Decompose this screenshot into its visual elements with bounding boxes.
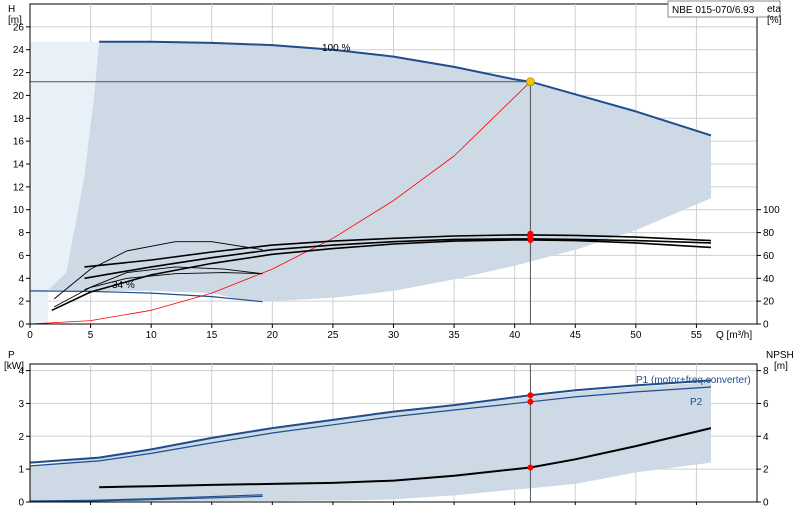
y-tick-label: 14 xyxy=(13,160,25,171)
power-marker xyxy=(527,398,534,405)
y-tick-label: 3 xyxy=(18,399,24,410)
lower-y-right-label: NPSH xyxy=(766,350,794,361)
y-tick-label: 4 xyxy=(18,274,24,285)
x-tick-label: 10 xyxy=(146,330,158,341)
eta-tick-label: 0 xyxy=(763,320,769,331)
x-tick-label: 15 xyxy=(206,330,218,341)
x-tick-label: 45 xyxy=(570,330,582,341)
lower-y-left-label: P xyxy=(8,350,15,361)
model-label: NBE 015-070/6.93 xyxy=(672,5,755,16)
y-tick-label: 8 xyxy=(18,228,24,239)
x-tick-label: 30 xyxy=(388,330,400,341)
pump-performance-chart: 024681012141618202224260204060801000 5 10 1… xyxy=(4,0,794,509)
upper-y-left-unit: [m] xyxy=(8,15,22,26)
npsh-tick-label: 4 xyxy=(763,432,769,443)
power-marker xyxy=(527,392,534,399)
y-tick-label: 1 xyxy=(18,465,24,476)
x-tick-label: 40 xyxy=(509,330,521,341)
y-tick-label: 2 xyxy=(18,297,24,308)
eta-tick-label: 60 xyxy=(763,251,775,262)
y-tick-label: 10 xyxy=(13,205,25,216)
y-tick-label: 0 xyxy=(18,320,24,331)
lower-y-right-unit: [m] xyxy=(774,361,788,372)
x-tick-label: 55 xyxy=(691,330,703,341)
y-tick-label: 6 xyxy=(18,251,24,262)
y-tick-label: 22 xyxy=(13,68,25,79)
y-tick-label: 18 xyxy=(13,114,25,125)
efficiency-marker xyxy=(527,230,534,237)
upper-y-left-label: H xyxy=(8,4,15,15)
x-tick-label: 25 xyxy=(327,330,339,341)
npsh-tick-label: 0 xyxy=(763,498,769,509)
y-tick-label: 2 xyxy=(18,432,24,443)
x-tick-label: 0 xyxy=(27,330,33,341)
y-tick-label: 16 xyxy=(13,137,25,148)
npsh-tick-label: 8 xyxy=(763,366,769,377)
eta-tick-label: 100 xyxy=(763,205,780,216)
eta-tick-label: 20 xyxy=(763,297,775,308)
upper-y-right-unit: [%] xyxy=(767,15,782,26)
npsh-tick-label: 2 xyxy=(763,465,769,476)
annotation-34-percent: 34 % xyxy=(112,280,135,291)
lower-y-left-unit: [kW] xyxy=(4,361,24,372)
upper-y-right-label: eta xyxy=(767,4,781,15)
duty-point xyxy=(526,77,535,87)
x-tick-label: 20 xyxy=(267,330,279,341)
annotation-100-percent: 100 % xyxy=(322,43,350,54)
series-label-p1: P1 (motor+freq.converter) xyxy=(636,375,751,386)
eta-tick-label: 40 xyxy=(763,274,775,285)
x-tick-label: 35 xyxy=(449,330,461,341)
eta-tick-label: 80 xyxy=(763,228,775,239)
x-tick-label: 50 xyxy=(630,330,642,341)
y-tick-label: 24 xyxy=(13,45,25,56)
x-tick-label: 5 xyxy=(88,330,94,341)
npsh-marker xyxy=(527,464,534,471)
npsh-tick-label: 6 xyxy=(763,399,769,410)
y-tick-label: 20 xyxy=(13,91,25,102)
upper-x-label: Q [m³/h] xyxy=(716,330,752,341)
y-tick-label: 12 xyxy=(13,182,25,193)
series-label-p2: P2 xyxy=(690,397,703,408)
y-tick-label: 0 xyxy=(18,498,24,509)
